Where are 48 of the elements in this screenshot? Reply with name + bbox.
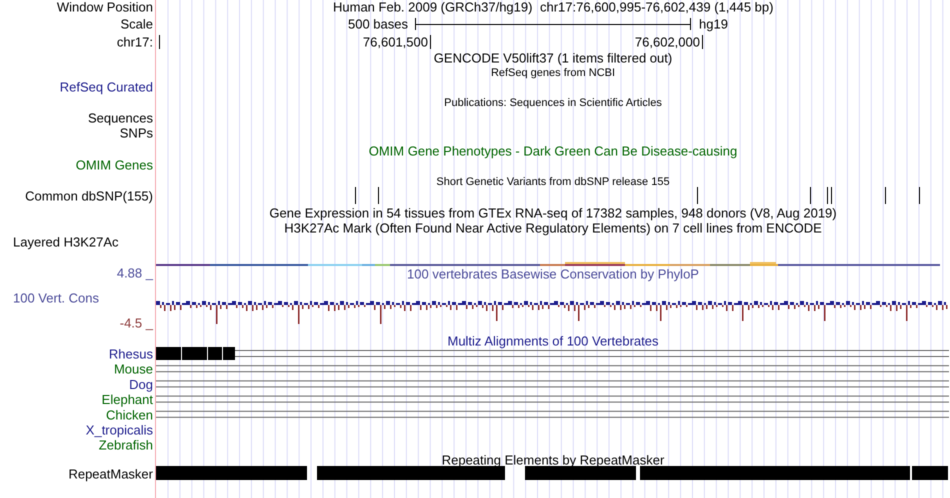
snp-tick bbox=[831, 186, 832, 204]
track-label: Common dbSNP(155) bbox=[25, 188, 153, 204]
species-label: Dog bbox=[129, 376, 153, 392]
ruler-label: 76,601,500 bbox=[362, 34, 428, 50]
track-title: Multiz Alignments of 100 Vertebrates bbox=[448, 334, 658, 348]
track-title: H3K27Ac Mark (Often Found Near Active Regulatory Elements) on 7 cell lines from ENCODE bbox=[284, 220, 822, 236]
row-label: Scale bbox=[120, 16, 153, 32]
track-label: OMIM Genes bbox=[76, 158, 153, 172]
ruler-tick bbox=[702, 34, 703, 50]
snp-tick bbox=[885, 186, 886, 204]
species-label: X_tropicalis bbox=[86, 422, 153, 438]
species-label: Mouse bbox=[114, 362, 153, 377]
track-title: Gene Expression in 54 tissues from GTEx RNA-seq of 17382 samples, 948 donors (V8, Aug 2019) bbox=[269, 206, 837, 220]
track-label: Sequences bbox=[88, 110, 153, 126]
track-title: 100 vertebrates Basewise Conservation by PhyloP bbox=[407, 266, 699, 282]
species-label: Chicken bbox=[106, 407, 153, 422]
track-label: SNPs bbox=[120, 126, 153, 140]
repeat-block bbox=[912, 466, 948, 480]
snp-tick bbox=[810, 186, 811, 204]
track-label: -4.5 _ bbox=[120, 316, 153, 330]
track-title: OMIM Gene Phenotypes - Dark Green Can Be Disease-causing bbox=[368, 144, 738, 158]
track-label: 100 Vert. Cons bbox=[13, 290, 99, 306]
snp-tick bbox=[919, 186, 920, 204]
scale-assembly: hg19 bbox=[699, 16, 728, 32]
track-title: Short Genetic Variants from dbSNP release 155 bbox=[436, 176, 670, 188]
ruler-tick bbox=[430, 34, 431, 50]
snp-tick bbox=[697, 186, 698, 204]
track-title: Repeating Elements by RepeatMasker bbox=[442, 452, 664, 468]
row-label: Window Position bbox=[56, 0, 153, 14]
track-label: RefSeq Curated bbox=[60, 80, 153, 94]
species-label: Zebrafish bbox=[98, 438, 153, 453]
ruler-label: 76,602,000 bbox=[634, 34, 700, 50]
assembly-title: Human Feb. 2009 (GRCh37/hg19) bbox=[333, 0, 532, 14]
position-text: chr17:76,600,995-76,602,439 (1,445 bp) bbox=[540, 0, 774, 14]
snp-tick bbox=[355, 186, 356, 204]
row-label: chr17: bbox=[116, 34, 153, 50]
track-title: Publications: Sequences in Scientific Articles bbox=[444, 97, 662, 109]
track-label: Layered H3K27Ac bbox=[13, 234, 119, 250]
track-title: RefSeq genes from NCBI bbox=[490, 67, 616, 79]
track-title: GENCODE V50lift37 (1 items filtered out) bbox=[434, 50, 672, 66]
snp-tick bbox=[378, 186, 379, 204]
ruler-tick bbox=[159, 34, 160, 50]
snp-tick bbox=[827, 186, 828, 204]
species-label: Rhesus bbox=[108, 346, 153, 362]
scale-length: 500 bases bbox=[348, 16, 408, 32]
species-label: Elephant bbox=[102, 392, 153, 408]
track-label: RepeatMasker bbox=[68, 466, 153, 482]
track-label: 4.88 _ bbox=[116, 266, 153, 280]
